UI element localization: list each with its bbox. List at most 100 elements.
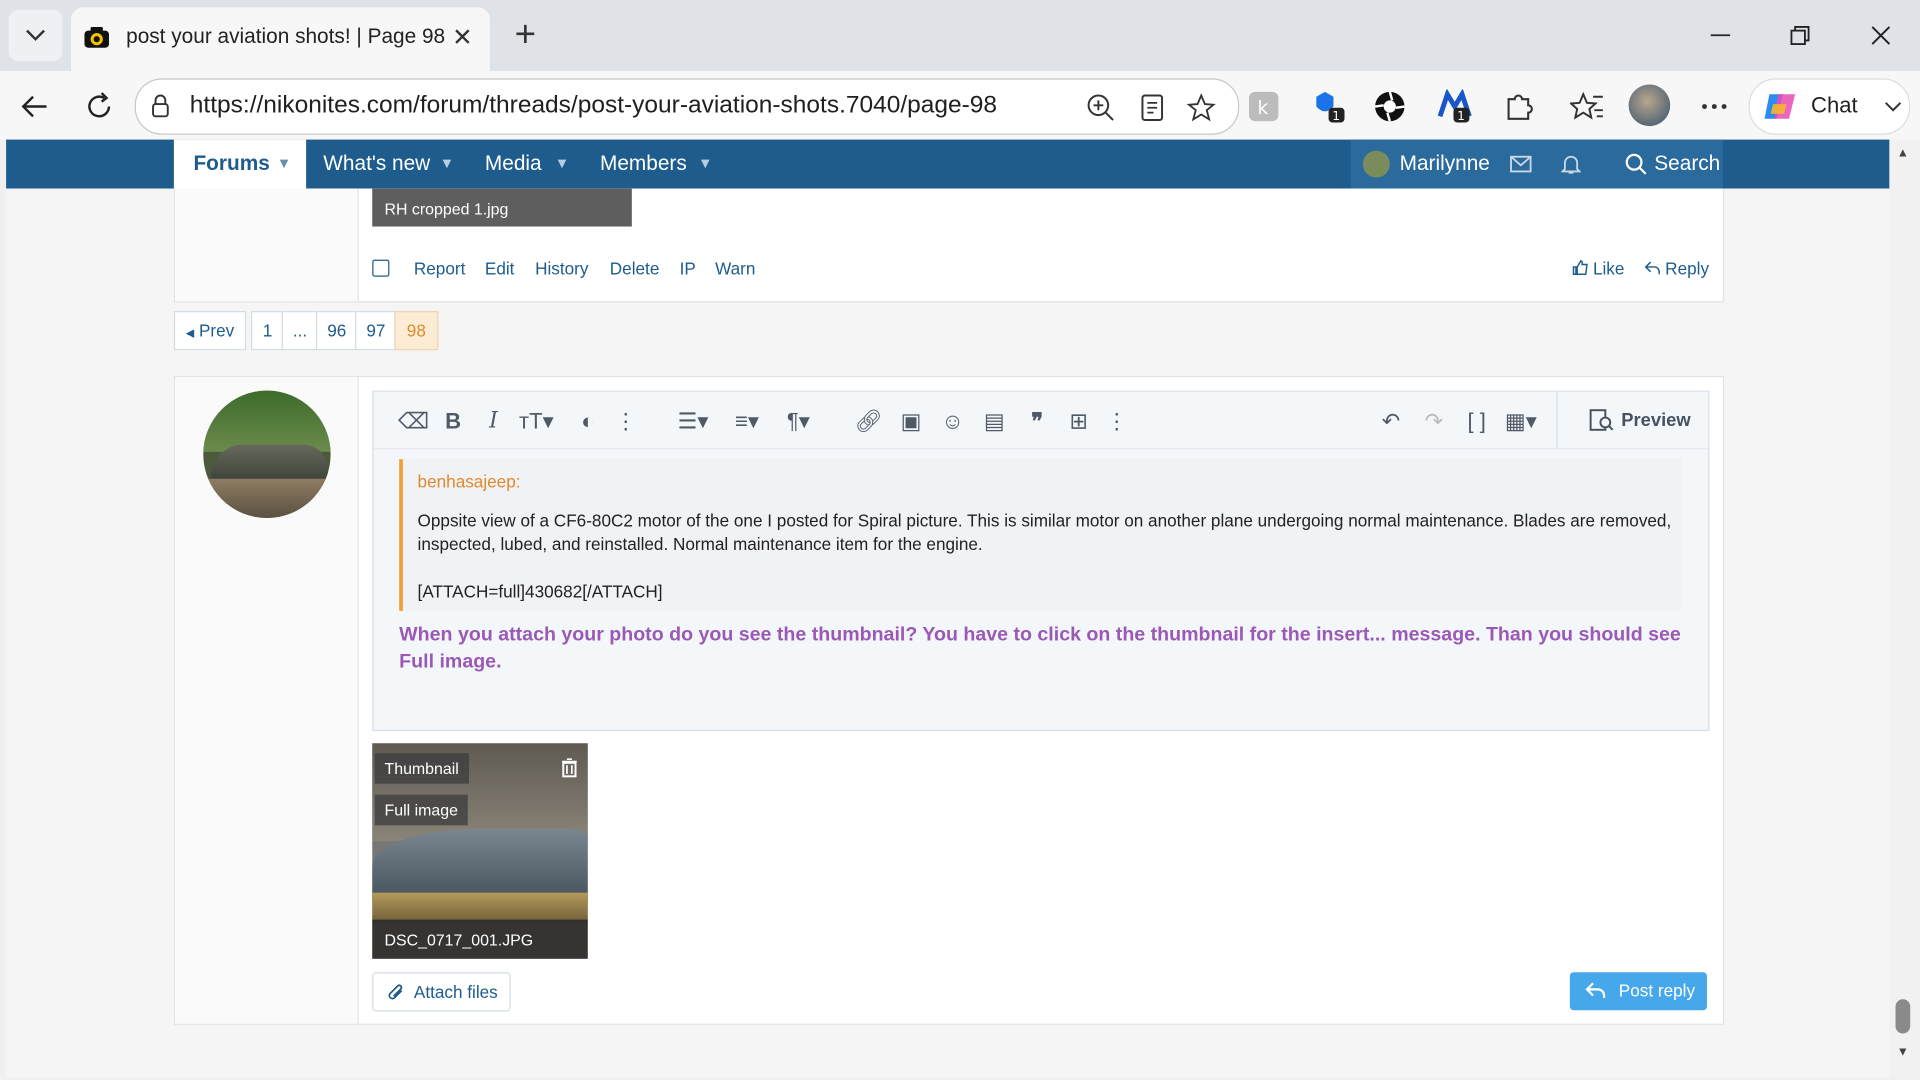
quote-icon[interactable]: ❞ [1024, 408, 1051, 435]
inbox-icon[interactable] [1510, 154, 1532, 174]
ip-link[interactable]: IP [680, 258, 696, 278]
reader-view-icon[interactable] [1138, 93, 1167, 122]
italic-icon[interactable]: I [480, 408, 507, 435]
site-info-icon[interactable] [148, 94, 172, 118]
preview-icon [1589, 409, 1614, 431]
scroll-up-icon[interactable]: ▲ [1897, 147, 1909, 160]
minimize-button[interactable] [1692, 15, 1748, 57]
extensions-puzzle-icon[interactable] [1501, 89, 1535, 123]
link-icon[interactable]: 🔗︎ [855, 408, 883, 435]
delete-link[interactable]: Delete [610, 258, 660, 278]
caret-down-icon[interactable]: ▼ [698, 154, 713, 171]
search-button[interactable]: Search [1610, 140, 1720, 189]
bold-icon[interactable]: B [440, 408, 467, 435]
tab-title: post your aviation shots! | Page 98 [126, 24, 445, 48]
rich-text-editor[interactable]: ⌫ B I тT▾ ◐ ⋮ ☰▾ ≡▾ ¶▾ 🔗︎ ▣ ☺ ▤ ❞ ⊞ ⋮ ↶ [372, 390, 1710, 732]
insert-thumbnail-button[interactable]: Thumbnail [374, 753, 469, 784]
copilot-chat-button[interactable]: Chat [1748, 78, 1911, 135]
post-reply-button[interactable]: Post reply [1569, 972, 1707, 1011]
user-avatar[interactable] [203, 390, 331, 518]
caret-down-icon[interactable]: ▼ [555, 154, 570, 171]
forum-nav-bar: Forums ▼ What's new ▼ Media ▼ Members ▼ … [6, 139, 1890, 189]
aperture-extension-icon[interactable] [1373, 89, 1407, 123]
close-tab-icon[interactable]: ✕ [452, 22, 473, 53]
nav-forums-tab[interactable]: Forums ▼ [173, 139, 307, 189]
reply-link[interactable]: Reply [1644, 258, 1710, 278]
favorites-icon[interactable] [1569, 89, 1604, 123]
close-icon [1871, 26, 1891, 45]
redo-icon[interactable]: ↷ [1420, 408, 1447, 435]
more-options-icon[interactable] [1697, 89, 1731, 123]
attachment-caption[interactable]: RH cropped 1.jpg [372, 188, 632, 227]
vertical-scrollbar[interactable]: ▲ ▼ [1889, 139, 1920, 1078]
extension-shield-icon[interactable]: 1 [1313, 89, 1347, 123]
refresh-icon[interactable] [83, 91, 115, 123]
font-size-icon[interactable]: тT▾ [516, 408, 558, 435]
table-icon[interactable]: ⊞ [1065, 408, 1092, 435]
page-content: RH cropped 1.jpg Report Edit History Del… [6, 188, 1890, 1078]
address-bar[interactable]: https://nikonites.com/forum/threads/post… [134, 78, 1240, 135]
trash-icon[interactable] [561, 758, 578, 778]
align-icon[interactable]: ≡▾ [726, 408, 768, 435]
page-link[interactable]: 96 [315, 311, 358, 351]
nav-whats-new[interactable]: What's new [323, 152, 430, 176]
quote-author[interactable]: benhasajeep: [418, 471, 521, 491]
current-page[interactable]: 98 [394, 311, 439, 351]
active-tab[interactable]: post your aviation shots! | Page 98 ✕ [71, 7, 490, 72]
edit-link[interactable]: Edit [485, 258, 515, 278]
thumbs-up-icon [1572, 260, 1588, 276]
caret-down-icon[interactable]: ▼ [277, 154, 292, 171]
extension-m-icon[interactable]: 1 [1437, 89, 1472, 123]
list-icon[interactable]: ☰▾ [672, 408, 714, 435]
paperclip-icon [388, 984, 403, 1000]
scroll-down-icon[interactable]: ▼ [1897, 1046, 1909, 1059]
profile-avatar[interactable] [1628, 84, 1671, 127]
nav-media[interactable]: Media [485, 152, 542, 176]
drafts-icon[interactable]: ▦▾ [1500, 408, 1542, 435]
zoom-icon[interactable] [1086, 93, 1115, 122]
select-post-checkbox[interactable] [372, 259, 390, 277]
paragraph-icon[interactable]: ¶▾ [778, 408, 820, 435]
new-tab-button[interactable]: + [504, 15, 546, 57]
palette-icon[interactable]: ◐ [574, 408, 601, 435]
reply-label: Reply [1665, 258, 1710, 278]
reply-author-column [175, 377, 359, 1024]
prev-page-button[interactable]: ◀ Prev [173, 311, 247, 351]
more-text-options-icon[interactable]: ⋮ [612, 408, 639, 435]
restore-button[interactable] [1772, 15, 1828, 57]
media-icon[interactable]: ▤ [981, 408, 1008, 435]
like-link[interactable]: Like [1572, 258, 1624, 278]
scrollbar-thumb[interactable] [1895, 999, 1911, 1034]
nav-members[interactable]: Members [600, 152, 687, 176]
undo-icon[interactable]: ↶ [1378, 408, 1405, 435]
close-window-button[interactable] [1853, 15, 1909, 57]
attach-files-button[interactable]: Attach files [372, 972, 511, 1012]
account-menu[interactable]: Marilynne Search [1350, 139, 1723, 189]
page-ellipsis[interactable]: ... [281, 311, 319, 351]
search-label: Search [1654, 151, 1721, 176]
caret-down-icon[interactable]: ▼ [440, 154, 455, 171]
page-link[interactable]: 1 [251, 311, 285, 351]
post-author-column [175, 188, 359, 302]
tab-actions-button[interactable] [8, 9, 63, 62]
camera-icon [84, 26, 109, 48]
nav-forums-label: Forums [193, 151, 270, 176]
emoji-icon[interactable]: ☺ [939, 408, 966, 435]
history-link[interactable]: History [535, 258, 588, 278]
copilot-icon [1764, 94, 1796, 119]
preview-button[interactable]: Preview [1556, 391, 1709, 449]
attachment-thumbnail[interactable]: Thumbnail Full image DSC_0717_001.JPG [372, 743, 588, 959]
page-link[interactable]: 97 [355, 311, 397, 351]
more-insert-options-icon[interactable]: ⋮ [1103, 408, 1130, 435]
bell-icon[interactable] [1561, 153, 1581, 175]
clear-formatting-icon[interactable]: ⌫ [398, 408, 429, 435]
image-icon[interactable]: ▣ [898, 408, 925, 435]
insert-full-image-button[interactable]: Full image [374, 794, 468, 826]
chevron-down-icon[interactable] [1885, 100, 1902, 112]
warn-link[interactable]: Warn [715, 258, 755, 278]
favorite-star-icon[interactable] [1186, 93, 1216, 122]
report-link[interactable]: Report [414, 258, 465, 278]
toggle-bbcode-icon[interactable]: [ ] [1463, 408, 1490, 435]
extension-k-icon[interactable]: k [1247, 89, 1281, 123]
back-arrow-icon[interactable] [20, 91, 52, 123]
